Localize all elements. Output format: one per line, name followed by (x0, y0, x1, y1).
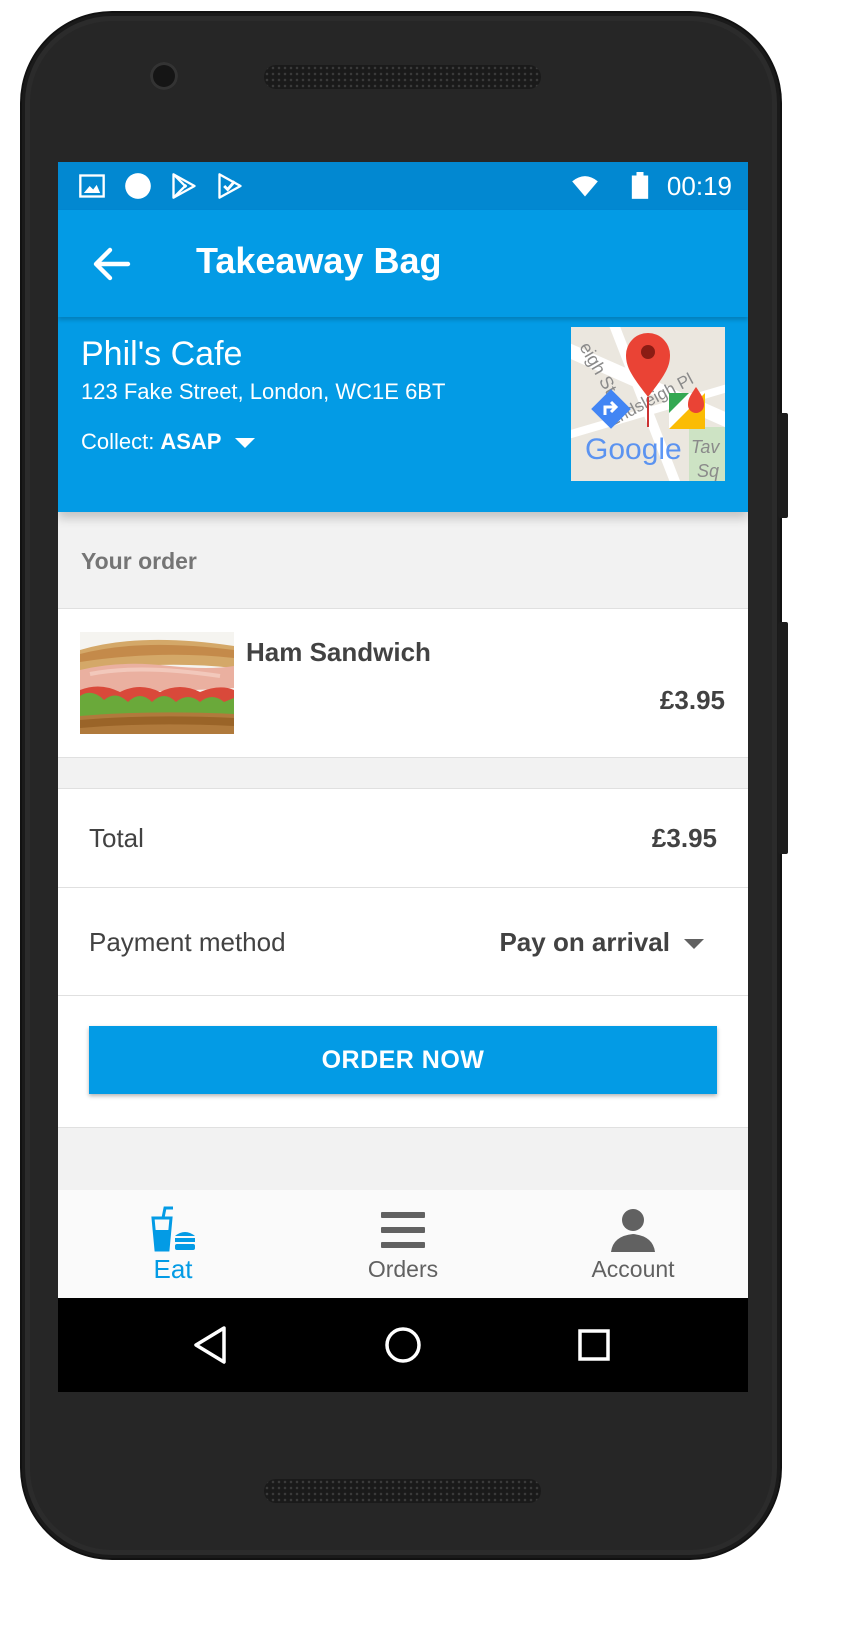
play-store-icon (172, 173, 196, 199)
page-title: Takeaway Bag (196, 240, 442, 281)
nav-item-orders[interactable]: Orders (288, 1190, 518, 1298)
nav-item-eat[interactable]: Eat (58, 1190, 288, 1298)
google-maps-icon (669, 387, 705, 429)
map-street-3: Tav (691, 437, 720, 457)
person-icon (611, 1209, 655, 1252)
bottom-speaker (264, 1479, 541, 1503)
payment-value: Pay on arrival (499, 927, 670, 957)
arrow-left-icon[interactable] (88, 240, 136, 288)
payment-method-row[interactable]: Payment method Pay on arrival (58, 887, 748, 996)
battery-icon (631, 172, 649, 199)
total-value: £3.95 (651, 823, 717, 853)
recents-square-icon[interactable] (567, 1318, 621, 1372)
order-section-title: Your order (81, 548, 197, 574)
collect-value: ASAP (160, 429, 222, 454)
list-item[interactable]: Ham Sandwich £3.95 (58, 608, 748, 758)
status-time: 00:19 (666, 171, 732, 201)
map-thumbnail[interactable]: eigh St Endsleigh Pl Tav Sq Google (571, 327, 725, 481)
restaurant-address: 123 Fake Street, London, WC1E 6BT (81, 379, 446, 404)
restaurant-name: Phil's Cafe (81, 335, 243, 373)
volume-button (778, 622, 788, 854)
total-label: Total (89, 823, 144, 853)
back-triangle-icon[interactable] (184, 1318, 238, 1372)
order-summary: Total £3.95 Payment method Pay on arriva… (58, 788, 748, 1128)
nav-label-eat: Eat (153, 1254, 193, 1284)
food-drink-icon (151, 1206, 195, 1252)
image-icon (79, 174, 105, 198)
order-section-header: Your order (58, 512, 748, 608)
power-button (778, 413, 788, 518)
item-price: £3.95 (659, 685, 725, 715)
nav-label-orders: Orders (367, 1256, 439, 1282)
front-camera (150, 62, 178, 90)
restaurant-header: Phil's Cafe 123 Fake Street, London, WC1… (58, 317, 748, 512)
dropdown-arrow-icon (235, 438, 256, 448)
map-graphic: eigh St Endsleigh Pl Tav Sq Google (571, 327, 725, 481)
map-street-4: Sq (697, 461, 719, 481)
app-bar: Takeaway Bag (58, 210, 748, 317)
collect-time-dropdown[interactable]: Collect: ASAP (81, 429, 256, 455)
nav-label-account: Account (591, 1256, 675, 1282)
item-image (80, 632, 234, 734)
order-now-button[interactable]: ORDER NOW (89, 1026, 717, 1094)
nav-item-account[interactable]: Account (518, 1190, 748, 1298)
bottom-navigation: Eat Orders Account (58, 1190, 748, 1298)
sandwich-picture (80, 632, 234, 734)
payment-label: Payment method (89, 927, 286, 957)
home-circle-icon[interactable] (376, 1318, 430, 1372)
item-name: Ham Sandwich (246, 637, 431, 667)
map-brand: Google (585, 433, 682, 466)
menu-lines-icon (381, 1212, 425, 1248)
top-speaker (264, 65, 541, 89)
total-row: Total £3.95 (58, 789, 748, 888)
collect-label: Collect: (81, 429, 155, 454)
system-navigation-bar (58, 1298, 748, 1392)
wifi-icon (572, 176, 598, 197)
task-check-icon (218, 173, 242, 199)
app-screen: 00:19 Takeaway Bag Phil's Cafe 123 Fake … (58, 162, 748, 1392)
status-bar: 00:19 (58, 162, 748, 210)
dropdown-arrow-icon (684, 938, 704, 949)
payment-method-dropdown[interactable]: Pay on arrival (499, 927, 704, 958)
circle-icon (125, 173, 151, 199)
